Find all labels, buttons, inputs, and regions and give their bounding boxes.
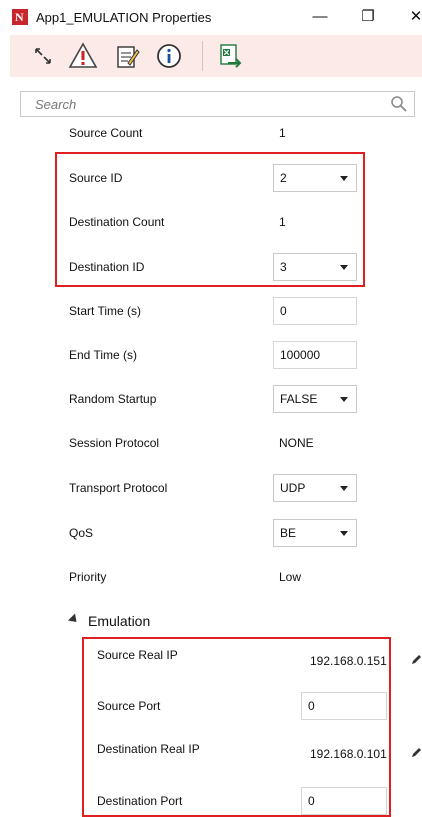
source-real-ip-value: 192.168.0.151 [310,654,387,668]
random-startup-label: Random Startup [69,392,157,406]
source-id-label: Source ID [69,171,123,185]
resize-arrows-icon[interactable] [28,41,58,71]
pencil-icon[interactable] [410,654,422,666]
transport-protocol-label: Transport Protocol [69,481,168,495]
qos-label: QoS [69,526,94,540]
restore-button[interactable]: ❐ [356,5,380,29]
session-protocol-value: NONE [279,436,314,450]
end-time-label: End Time (s) [69,348,138,362]
destination-id-label: Destination ID [69,260,145,274]
close-button[interactable]: ✕ [404,5,422,29]
search-icon[interactable] [390,95,408,113]
source-count-label: Source Count [69,126,143,140]
emulation-section-header[interactable]: Emulation [88,612,150,630]
info-icon[interactable] [154,41,184,71]
search-input[interactable] [21,92,395,116]
warning-icon[interactable] [68,41,98,71]
destination-real-ip-value: 192.168.0.101 [310,747,387,761]
excel-export-icon[interactable] [216,41,246,71]
chevron-down-icon [340,486,348,491]
chevron-down-icon [340,531,348,536]
destination-count-label: Destination Count [69,215,165,229]
transport-protocol-value: UDP [280,481,306,495]
notepad-icon[interactable] [112,41,142,71]
pencil-icon[interactable] [410,747,422,759]
destination-real-ip-label: Destination Real IP [97,742,200,756]
collapse-arrow-icon[interactable] [67,613,81,626]
source-port-label: Source Port [97,699,161,713]
destination-id-dropdown[interactable]: 3 [273,253,357,281]
minimize-button[interactable]: — [308,5,332,29]
qos-dropdown[interactable]: BE [273,519,357,547]
source-id-value: 2 [280,171,287,185]
title-bar: N App1_EMULATION Properties — ❐ ✕ [0,0,422,36]
app-logo: N [12,9,28,25]
destination-count-value: 1 [279,215,286,229]
chevron-down-icon [340,176,348,181]
source-real-ip-label: Source Real IP [97,648,178,662]
window-title: App1_EMULATION Properties [36,10,212,25]
priority-label: Priority [69,570,107,584]
priority-value: Low [279,570,302,584]
chevron-down-icon [340,397,348,402]
toolbar-separator [202,41,203,71]
destination-id-value: 3 [280,260,287,274]
random-startup-dropdown[interactable]: FALSE [273,385,357,413]
qos-value: BE [280,526,297,540]
source-id-dropdown[interactable]: 2 [273,164,357,192]
session-protocol-label: Session Protocol [69,436,160,450]
random-startup-value: FALSE [280,392,318,406]
chevron-down-icon [340,265,348,270]
transport-protocol-dropdown[interactable]: UDP [273,474,357,502]
start-time-label: Start Time (s) [69,304,142,318]
search-box [20,91,415,117]
destination-port-input[interactable]: 0 [301,787,387,815]
start-time-input[interactable]: 0 [273,297,357,325]
source-count-value: 1 [279,126,286,140]
source-port-input[interactable]: 0 [301,692,387,720]
toolbar [10,35,422,77]
end-time-input[interactable]: 100000 [273,341,357,369]
destination-port-label: Destination Port [97,794,183,808]
